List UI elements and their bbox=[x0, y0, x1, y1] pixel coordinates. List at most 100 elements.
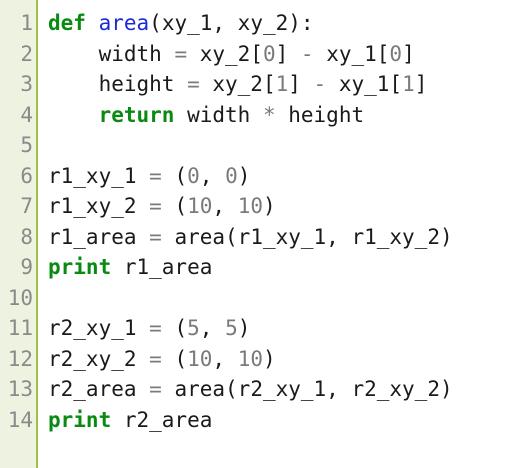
operator-token: = bbox=[149, 377, 162, 401]
function-name-token: area bbox=[98, 11, 150, 35]
line-number: 6 bbox=[20, 163, 33, 188]
code-line[interactable]: 4 return width * height bbox=[0, 100, 508, 131]
code-text: width bbox=[174, 102, 263, 127]
number-token: 10 bbox=[237, 194, 263, 218]
line-number: 2 bbox=[20, 41, 33, 66]
code-text: r2_area bbox=[111, 407, 213, 432]
code-content: print r1_area bbox=[38, 252, 212, 283]
line-number: 9 bbox=[20, 255, 33, 279]
code-text: ) bbox=[263, 194, 276, 218]
number-token: 10 bbox=[237, 346, 263, 371]
operator-token: = bbox=[174, 41, 188, 66]
code-line[interactable]: 2 width = xy_2[0] - xy_1[0] bbox=[0, 39, 508, 70]
code-text: area(r2_xy_1, r2_xy_2) bbox=[161, 377, 453, 401]
code-text: ] bbox=[414, 72, 428, 96]
code-text: ( bbox=[161, 194, 188, 218]
operator-token: * bbox=[262, 102, 276, 127]
number-token: 1 bbox=[275, 72, 289, 96]
code-text: r2_area bbox=[48, 377, 150, 401]
line-number: 8 bbox=[20, 224, 33, 249]
code-content: return width * height bbox=[38, 100, 365, 131]
code-text: , bbox=[199, 316, 226, 340]
code-text: ) bbox=[263, 346, 276, 371]
code-text: xy_2[ bbox=[199, 72, 276, 96]
code-text: ( bbox=[161, 163, 188, 188]
code-text: ] bbox=[288, 72, 314, 96]
line-number: 10 bbox=[7, 285, 33, 310]
number-token: 10 bbox=[187, 346, 213, 371]
code-content: print r2_area bbox=[38, 405, 212, 436]
number-token: 0 bbox=[262, 41, 276, 66]
code-editor[interactable]: 1 def area(xy_1, xy_2): 2 width = xy_2[0] … bbox=[0, 0, 508, 468]
code-line[interactable]: 10 bbox=[0, 283, 508, 314]
line-number: 14 bbox=[7, 407, 33, 432]
operator-token: - bbox=[313, 72, 327, 96]
number-token: 0 bbox=[389, 41, 403, 66]
code-line[interactable]: 7 r1_xy_2 = (10, 10) bbox=[0, 191, 508, 222]
code-text: , bbox=[212, 194, 238, 218]
number-token: 5 bbox=[225, 316, 238, 340]
code-line[interactable]: 1 def area(xy_1, xy_2): bbox=[0, 8, 508, 39]
code-text: ( bbox=[161, 316, 188, 340]
line-number: 12 bbox=[7, 346, 33, 371]
keyword-token: print bbox=[48, 407, 112, 432]
code-line[interactable]: 9 print r1_area bbox=[0, 252, 508, 283]
code-text: , bbox=[199, 163, 226, 188]
number-token: 10 bbox=[187, 194, 213, 218]
code-content: r1_xy_2 = (10, 10) bbox=[38, 191, 276, 222]
code-content: r1_xy_1 = (0, 0) bbox=[38, 161, 250, 192]
line-number: 7 bbox=[20, 194, 33, 218]
operator-token: = bbox=[149, 163, 162, 188]
code-line[interactable]: 8 r1_area = area(r1_xy_1, r1_xy_2) bbox=[0, 222, 508, 253]
operator-token: - bbox=[300, 41, 314, 66]
code-line[interactable]: 11 r2_xy_1 = (5, 5) bbox=[0, 313, 508, 344]
code-text: ) bbox=[237, 163, 251, 188]
operator-token: = bbox=[149, 316, 162, 340]
line-number: 3 bbox=[20, 72, 33, 96]
code-content: r2_area = area(r2_xy_1, r2_xy_2) bbox=[38, 374, 453, 405]
code-line[interactable]: 5 bbox=[0, 130, 508, 161]
keyword-token: def bbox=[48, 11, 86, 35]
code-text: xy_2[ bbox=[187, 41, 263, 66]
code-text: width bbox=[48, 41, 175, 66]
code-text: xy_1[ bbox=[313, 41, 390, 66]
code-text: ] bbox=[275, 41, 301, 66]
code-text: r1_xy_2 bbox=[48, 194, 150, 218]
code-line[interactable]: 13 r2_area = area(r2_xy_1, r2_xy_2) bbox=[0, 374, 508, 405]
code-text: xy_1[ bbox=[326, 72, 403, 96]
keyword-token: return bbox=[98, 102, 175, 127]
number-token: 1 bbox=[402, 72, 415, 96]
code-line[interactable]: 14 print r2_area bbox=[0, 405, 508, 436]
operator-token: = bbox=[149, 194, 162, 218]
code-text: r1_xy_1 bbox=[48, 163, 150, 188]
code-text: area(r1_xy_1, r1_xy_2) bbox=[161, 224, 453, 249]
code-line[interactable]: 3 height = xy_2[1] - xy_1[1] bbox=[0, 69, 508, 100]
line-number: 4 bbox=[20, 102, 33, 127]
operator-token: = bbox=[149, 346, 162, 371]
line-number: 1 bbox=[20, 11, 33, 35]
code-text: ] bbox=[402, 41, 415, 66]
code-text: r2_xy_2 bbox=[48, 346, 150, 371]
code-text: (xy_1, xy_2): bbox=[149, 11, 314, 35]
code-text: r2_xy_1 bbox=[48, 316, 150, 340]
number-token: 0 bbox=[225, 163, 238, 188]
code-line[interactable]: 6 r1_xy_1 = (0, 0) bbox=[0, 161, 508, 192]
code-content: r1_area = area(r1_xy_1, r1_xy_2) bbox=[38, 222, 453, 253]
code-text: ( bbox=[161, 346, 188, 371]
operator-token: = bbox=[187, 72, 200, 96]
code-text: r1_area bbox=[48, 224, 150, 249]
code-content: r2_xy_2 = (10, 10) bbox=[38, 344, 276, 375]
code-content: def area(xy_1, xy_2): bbox=[38, 8, 314, 39]
code-text: ) bbox=[237, 316, 251, 340]
code-content: r2_xy_1 = (5, 5) bbox=[38, 313, 250, 344]
code-line[interactable]: 12 r2_xy_2 = (10, 10) bbox=[0, 344, 508, 375]
operator-token: = bbox=[149, 224, 162, 249]
keyword-token: print bbox=[48, 255, 112, 279]
code-lines: 1 def area(xy_1, xy_2): 2 width = xy_2[0] … bbox=[0, 8, 508, 435]
code-text: height bbox=[275, 102, 365, 127]
code-content: width = xy_2[0] - xy_1[0] bbox=[38, 39, 415, 70]
code-content bbox=[38, 130, 48, 161]
code-content bbox=[38, 283, 48, 314]
